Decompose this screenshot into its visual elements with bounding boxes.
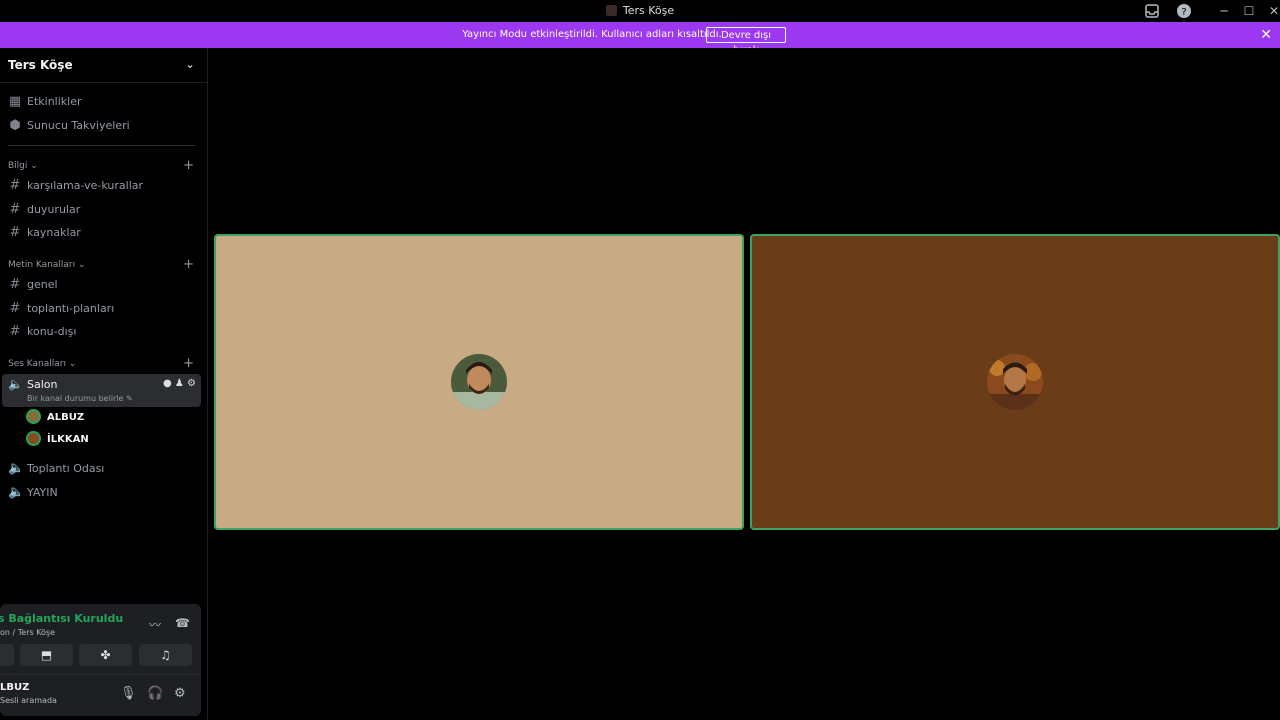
microphone-icon[interactable]: 🎙 [120, 686, 137, 701]
avatar [26, 431, 41, 446]
maximize-icon[interactable]: ☐ [1239, 0, 1259, 22]
channel-kaynaklar[interactable]: # kaynaklar [8, 223, 198, 243]
user-name[interactable]: LBUZ [0, 682, 29, 693]
hash-icon: # [9, 277, 21, 292]
voice-member[interactable]: İLKKAN [26, 430, 89, 450]
channel-genel[interactable]: # genel [8, 275, 198, 295]
minimize-icon[interactable]: ─ [1214, 0, 1234, 22]
screen-share-icon: ⬒ [40, 648, 53, 662]
activities-icon: ✤ [100, 648, 111, 662]
voice-member[interactable]: ALBUZ [26, 408, 84, 428]
gear-icon[interactable]: ⚙ [187, 378, 196, 389]
hash-icon: # [9, 225, 21, 240]
svg-text:?: ? [1181, 7, 1186, 18]
streamer-mode-banner: Yayıncı Modu etkinleştirildi. Kullanıcı … [0, 22, 1280, 56]
calendar-icon: ▦ [8, 94, 22, 109]
chevron-down-icon: ⌄ [30, 161, 38, 171]
server-name: Ters Köşe [8, 58, 73, 72]
channel-toplanti-planlari[interactable]: # toplantı-planları [8, 299, 198, 319]
speaker-icon: 🔈 [8, 377, 23, 391]
participant-tile-albuz[interactable] [214, 234, 744, 530]
events-item[interactable]: ▦ Etkinlikler [8, 92, 198, 112]
category-text[interactable]: Metin Kanalları ⌄ + [8, 258, 196, 272]
chevron-down-icon: ⌄ [68, 359, 77, 369]
chevron-down-icon: ⌄ [77, 260, 86, 270]
banner-text: Yayıncı Modu etkinleştirildi. Kullanıcı … [462, 29, 722, 40]
banner-close-icon[interactable]: ✕ [1260, 27, 1272, 43]
server-logo-icon [605, 5, 617, 16]
disable-streamer-mode-button[interactable]: Devre dışı bırak [706, 27, 786, 56]
soundboard-icon: ♫ [160, 648, 171, 662]
voice-location[interactable]: on / Ters Köşe [0, 628, 55, 637]
boost-icon: ⬢ [9, 118, 21, 133]
add-channel-icon[interactable]: + [183, 159, 194, 173]
voice-channel-yayin[interactable]: 🔈 YAYIN [8, 483, 198, 503]
avatar [987, 354, 1043, 410]
channel-status-input[interactable]: Bir kanal durumu belirle ✎ [27, 394, 133, 403]
divider [0, 674, 201, 675]
screen-share-button[interactable]: ⬒ [20, 644, 73, 666]
chevron-down-icon: ⌄ [184, 57, 195, 71]
close-window-icon[interactable]: ✕ [1264, 0, 1280, 22]
activities-button[interactable]: ✤ [79, 644, 132, 666]
pencil-icon: ✎ [126, 394, 133, 403]
participant-tile-ilkkan[interactable] [750, 234, 1280, 530]
headphones-icon[interactable]: 🎧 [147, 686, 163, 701]
voice-connection-panel: s Bağlantısı Kuruldu on / Ters Köşe 〰 ☎ … [0, 604, 201, 716]
channel-karsilama[interactable]: # karşılama-ve-kurallar [8, 176, 198, 196]
category-voice[interactable]: Ses Kanalları ⌄ + [8, 357, 196, 371]
avatar [451, 354, 507, 410]
chat-icon[interactable]: ● [163, 378, 172, 389]
title-bar: Ters Köşe ? ─ ☐ ✕ [0, 0, 1280, 22]
user-status: Sesli aramada [0, 696, 57, 705]
category-info[interactable]: Bilgi ⌄ + [8, 159, 196, 173]
soundboard-button[interactable]: ♫ [139, 644, 192, 666]
gear-icon[interactable]: ⚙ [174, 686, 186, 701]
server-boosts-item[interactable]: ⬢ Sunucu Takviyeleri [8, 116, 198, 136]
noise-suppression-icon[interactable]: 〰 [149, 616, 161, 633]
channel-konu-disi[interactable]: # konu-dışı [8, 322, 198, 342]
channel-duyurular[interactable]: # duyurular [8, 200, 198, 220]
voice-status: s Bağlantısı Kuruldu [0, 612, 124, 625]
inbox-icon[interactable] [1144, 3, 1160, 19]
server-header[interactable]: Ters Köşe ⌄ [0, 48, 207, 83]
voice-channel-toplanti-odasi[interactable]: 🔈 Toplantı Odası [8, 459, 198, 479]
invite-icon[interactable]: ♟ [175, 378, 184, 389]
help-icon[interactable]: ? [1176, 3, 1192, 19]
add-channel-icon[interactable]: + [183, 258, 194, 272]
hash-icon: # [9, 202, 21, 217]
speaker-icon: 🔈 [8, 461, 25, 476]
avatar [26, 409, 41, 424]
voice-stage [208, 48, 1280, 720]
speaker-icon: 🔈 [8, 485, 25, 500]
add-channel-icon[interactable]: + [183, 357, 194, 371]
hash-icon: # [9, 324, 21, 339]
voice-channel-salon[interactable]: 🔈 Salon Bir kanal durumu belirle ✎ ● ♟ ⚙ [2, 374, 201, 407]
hash-icon: # [9, 178, 21, 193]
camera-button[interactable]: ▶ [0, 644, 14, 666]
disconnect-icon[interactable]: ☎ [175, 616, 190, 630]
divider [8, 145, 196, 146]
window-title: Ters Köşe [622, 4, 675, 17]
hash-icon: # [9, 301, 21, 316]
